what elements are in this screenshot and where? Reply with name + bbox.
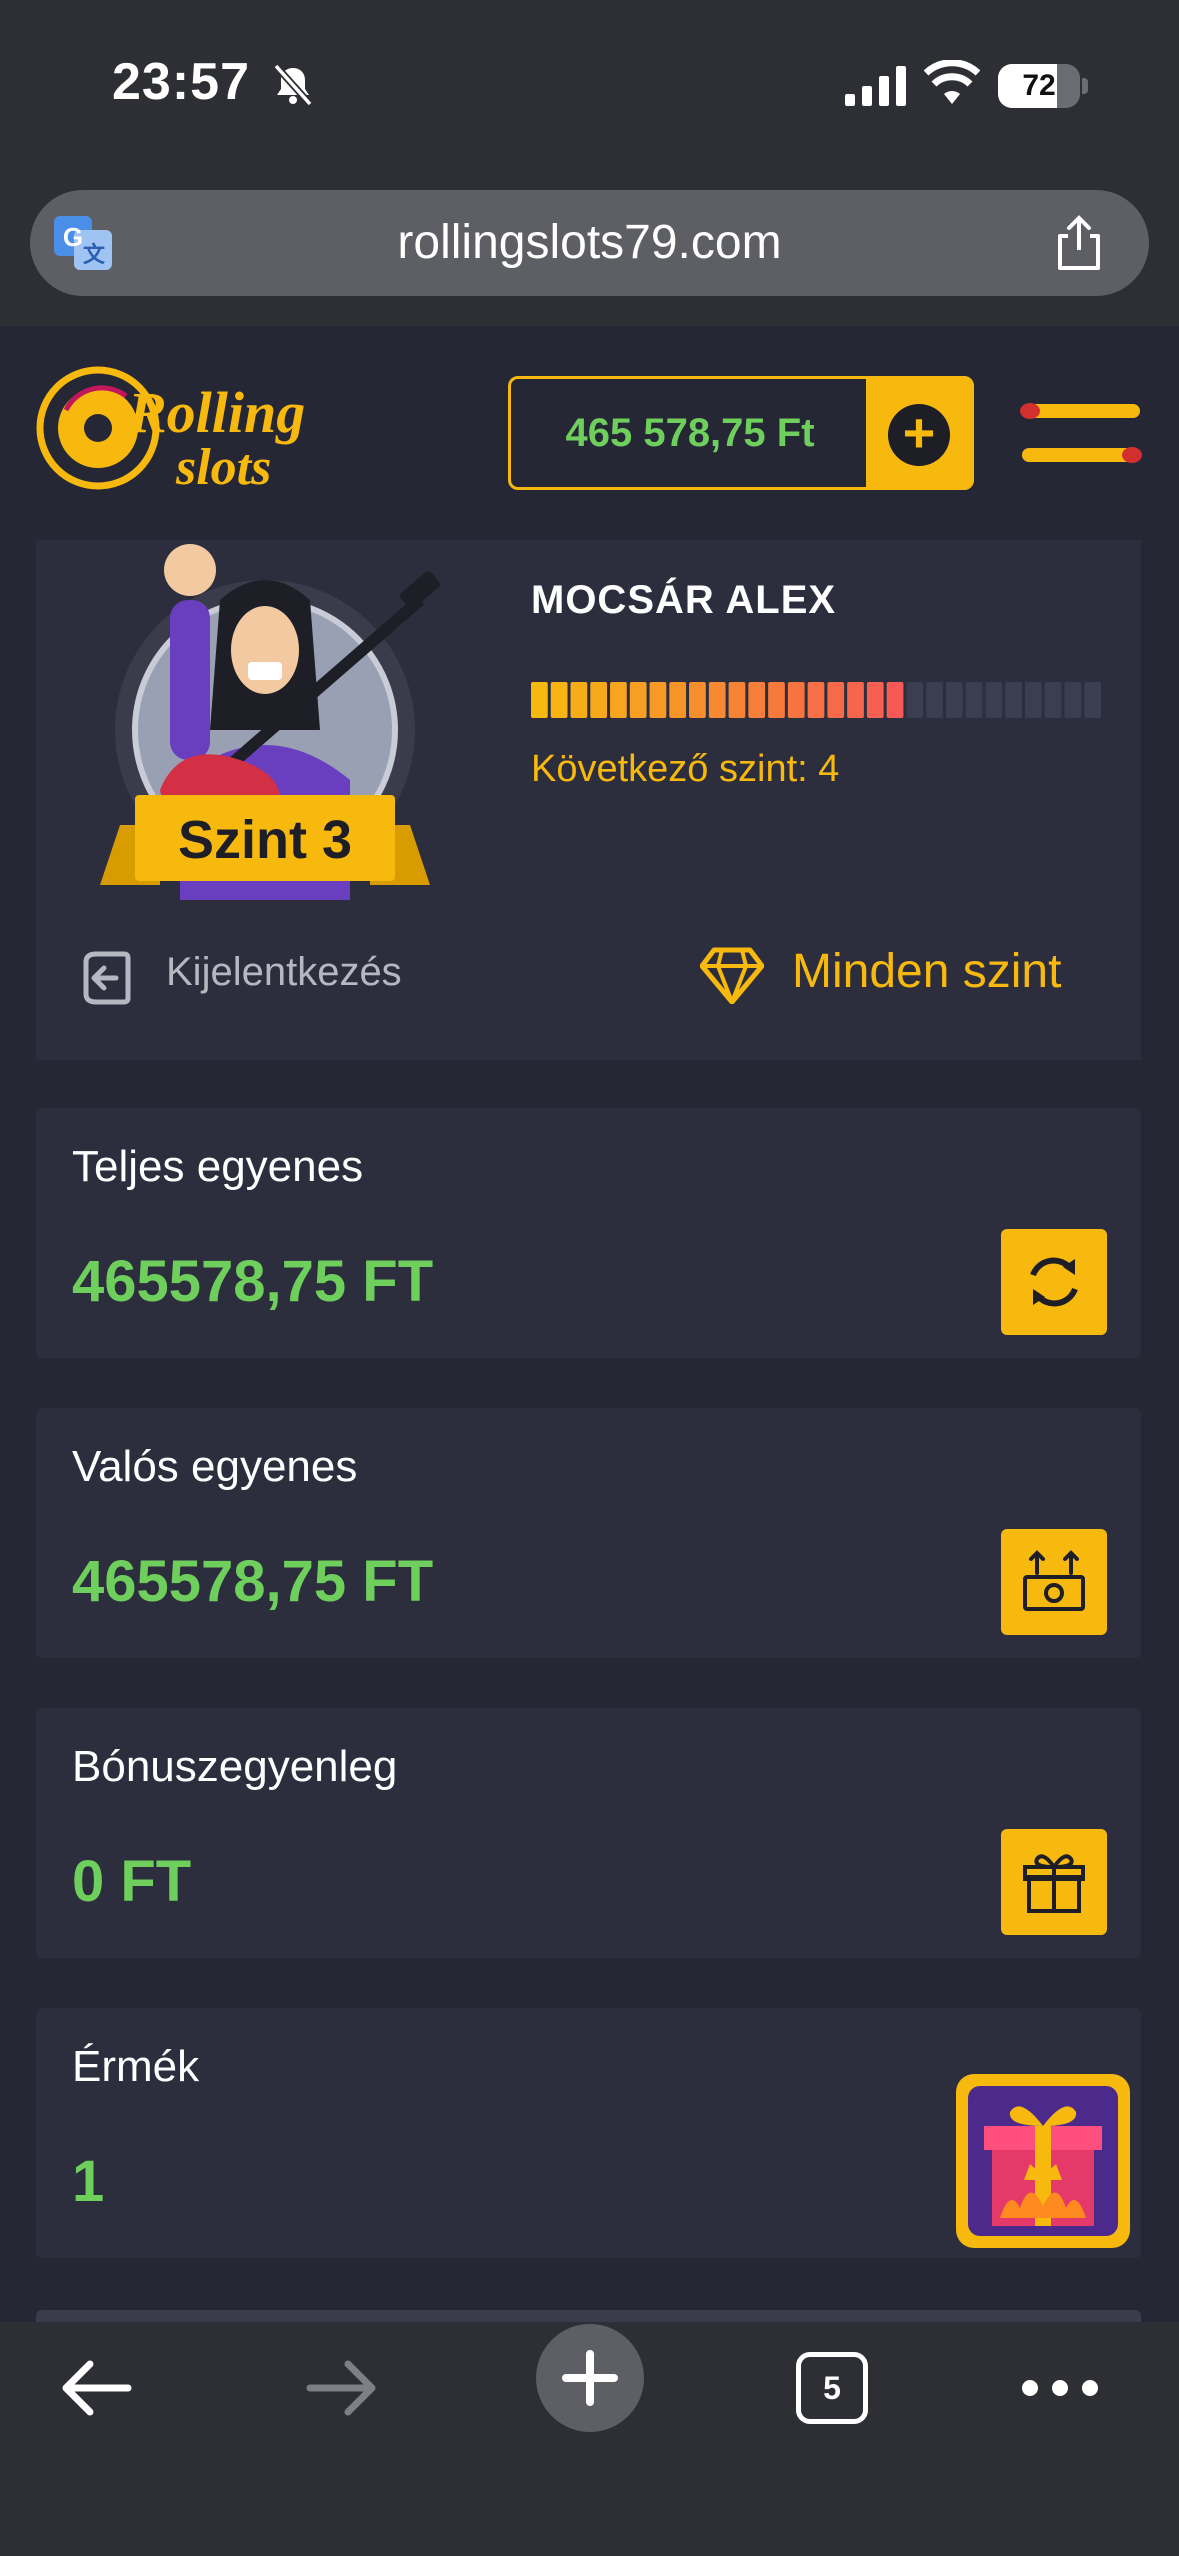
next-level-text: Következő szint: 4 <box>531 748 840 790</box>
logo-text-rolling: Rolling <box>127 380 305 445</box>
header-balance[interactable]: 465 578,75 Ft <box>520 376 860 490</box>
progress-segment <box>708 682 726 718</box>
coins-label: Érmék <box>72 2042 200 2091</box>
progress-segment <box>827 682 845 718</box>
gift-box-widget[interactable] <box>950 2068 1136 2254</box>
progress-segment <box>866 682 884 718</box>
battery-level: 72 <box>1022 69 1056 102</box>
bell-slash-icon <box>273 63 313 107</box>
progress-segment <box>531 682 548 718</box>
progress-segment <box>787 682 805 718</box>
refresh-icon[interactable] <box>1019 1247 1089 1317</box>
progress-segment <box>807 682 825 718</box>
progress-segment <box>570 682 588 718</box>
progress-segment <box>1024 682 1042 718</box>
logo-text-slots: slots <box>175 439 271 496</box>
more-icon[interactable] <box>1020 2370 1100 2406</box>
progress-segment <box>728 682 746 718</box>
progress-segment <box>689 682 706 718</box>
plus-icon[interactable]: + <box>888 404 950 466</box>
new-tab-icon[interactable] <box>560 2348 620 2408</box>
logout-link[interactable]: Kijelentkezés <box>166 950 402 995</box>
battery-cap <box>1082 78 1088 94</box>
real-balance-value: 465578,75 FT <box>72 1549 434 1614</box>
total-balance-label: Teljes egyenes <box>72 1142 364 1191</box>
menu-icon[interactable] <box>1018 396 1144 476</box>
progress-segment <box>1044 682 1062 718</box>
progress-segment <box>847 682 864 718</box>
progress-segment <box>1005 682 1022 718</box>
signal-icon <box>845 66 906 106</box>
progress-segment <box>748 682 766 718</box>
back-arrow-icon[interactable] <box>58 2356 134 2420</box>
url-text[interactable]: rollingslots79.com <box>0 210 1179 276</box>
progress-segment <box>1064 682 1082 718</box>
user-name: MOCSÁR ALEX <box>531 578 837 622</box>
bonus-balance-label: Bónuszegyenleg <box>72 1742 398 1791</box>
battery-icon: 72 <box>998 64 1080 108</box>
new-tab-button[interactable] <box>536 2324 644 2432</box>
gift-icon[interactable] <box>1019 1847 1089 1917</box>
forward-arrow-icon[interactable] <box>304 2356 380 2420</box>
progress-segment <box>926 682 943 718</box>
all-levels-link[interactable]: Minden szint <box>792 944 1061 999</box>
progress-segment <box>1084 682 1101 718</box>
diamond-icon[interactable] <box>700 946 764 1004</box>
status-time: 23:57 <box>112 53 250 111</box>
progress-segment <box>768 682 785 718</box>
bonus-balance-value: 0 FT <box>72 1849 192 1914</box>
progress-segment <box>590 682 608 718</box>
level-progress-bar <box>531 682 1101 718</box>
progress-segment <box>906 682 924 718</box>
real-balance-label: Valós egyenes <box>72 1442 358 1491</box>
coins-value: 1 <box>72 2149 105 2214</box>
progress-segment <box>965 682 983 718</box>
cash-withdraw-icon[interactable] <box>1019 1547 1089 1617</box>
wifi-icon <box>924 60 980 104</box>
progress-segment <box>550 682 568 718</box>
withdraw-button[interactable] <box>1001 1529 1107 1635</box>
logout-icon[interactable] <box>80 948 134 1008</box>
refresh-button[interactable] <box>1001 1229 1107 1335</box>
bonus-button[interactable] <box>1001 1829 1107 1935</box>
progress-segment <box>610 682 627 718</box>
progress-segment <box>945 682 963 718</box>
progress-segment <box>985 682 1003 718</box>
rolling-slots-logo[interactable]: Rolling slots <box>36 360 336 510</box>
progress-segment <box>669 682 687 718</box>
share-icon[interactable] <box>1048 212 1110 274</box>
total-balance-value: 465578,75 FT <box>72 1249 434 1314</box>
progress-segment <box>886 682 904 718</box>
progress-segment <box>649 682 667 718</box>
progress-segment <box>629 682 647 718</box>
tabs-count[interactable]: 5 <box>796 2352 868 2424</box>
level-badge: Szint 3 <box>177 810 353 870</box>
